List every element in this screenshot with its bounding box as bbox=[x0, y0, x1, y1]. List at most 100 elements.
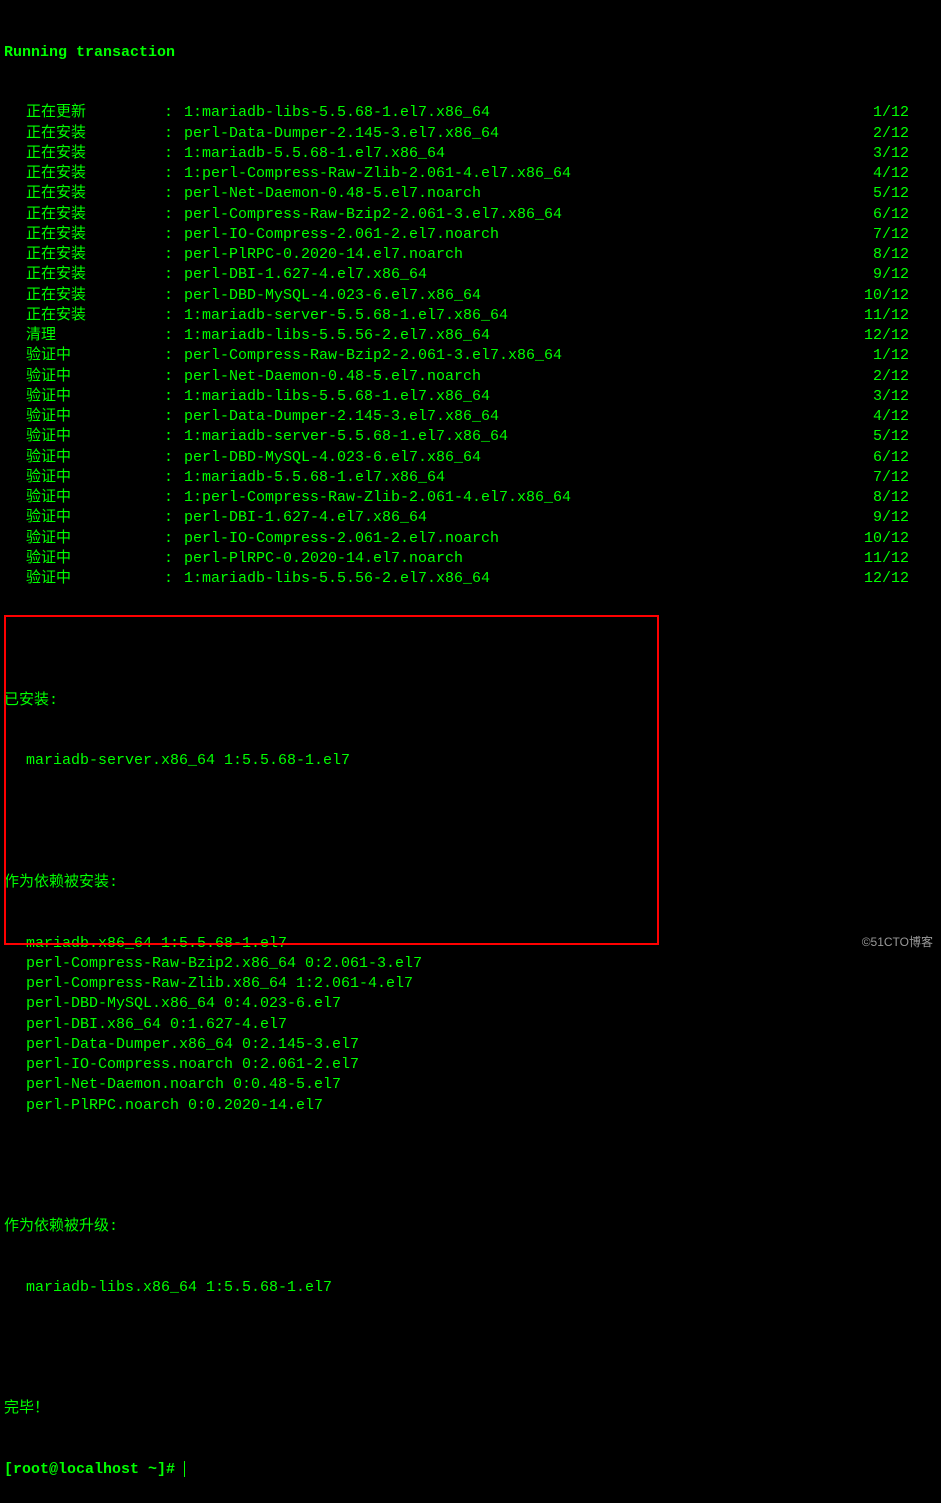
separator: : bbox=[164, 245, 184, 265]
list-item: mariadb-libs.x86_64 1:5.5.68-1.el7 bbox=[4, 1278, 937, 1298]
package-name: perl-Data-Dumper-2.145-3.el7.x86_64 bbox=[184, 124, 499, 144]
blank-line bbox=[4, 812, 937, 832]
list-item: perl-DBI.x86_64 0:1.627-4.el7 bbox=[4, 1015, 937, 1035]
progress-counter: 11/12 bbox=[864, 549, 937, 569]
progress-counter: 8/12 bbox=[864, 245, 937, 265]
package-name: 1:mariadb-5.5.68-1.el7.x86_64 bbox=[184, 468, 445, 488]
package-name: 1:mariadb-libs-5.5.68-1.el7.x86_64 bbox=[184, 103, 490, 123]
list-item: mariadb-server.x86_64 1:5.5.68-1.el7 bbox=[4, 751, 937, 771]
separator: : bbox=[164, 407, 184, 427]
package-name: perl-DBD-MySQL-4.023-6.el7.x86_64 bbox=[184, 448, 481, 468]
separator: : bbox=[164, 508, 184, 528]
dep-installed-list: mariadb.x86_64 1:5.5.68-1.el7perl-Compre… bbox=[4, 934, 937, 1116]
progress-counter: 9/12 bbox=[864, 265, 937, 285]
dep-upgraded-header: 作为依赖被升级: bbox=[4, 1217, 937, 1237]
transaction-row: 正在安装: perl-Net-Daemon-0.48-5.el7.noarch … bbox=[4, 184, 937, 204]
dep-installed-header: 作为依赖被安装: bbox=[4, 873, 937, 893]
progress-counter: 12/12 bbox=[864, 569, 937, 589]
package-name: perl-DBI-1.627-4.el7.x86_64 bbox=[184, 265, 427, 285]
separator: : bbox=[164, 549, 184, 569]
package-name: perl-Compress-Raw-Bzip2-2.061-3.el7.x86_… bbox=[184, 346, 562, 366]
list-item: perl-DBD-MySQL.x86_64 0:4.023-6.el7 bbox=[4, 994, 937, 1014]
transaction-row: 验证中: perl-Data-Dumper-2.145-3.el7.x86_64… bbox=[4, 407, 937, 427]
transaction-row: 正在安装: 1:mariadb-5.5.68-1.el7.x86_64 3/12 bbox=[4, 144, 937, 164]
action-label: 正在安装 bbox=[4, 225, 164, 245]
action-label: 验证中 bbox=[4, 387, 164, 407]
list-item: perl-IO-Compress.noarch 0:2.061-2.el7 bbox=[4, 1055, 937, 1075]
transaction-row: 验证中: 1:mariadb-5.5.68-1.el7.x86_64 7/12 bbox=[4, 468, 937, 488]
package-name: 1:mariadb-server-5.5.68-1.el7.x86_64 bbox=[184, 427, 508, 447]
progress-counter: 11/12 bbox=[864, 306, 937, 326]
package-name: perl-Compress-Raw-Bzip2-2.061-3.el7.x86_… bbox=[184, 205, 562, 225]
separator: : bbox=[164, 124, 184, 144]
action-label: 正在更新 bbox=[4, 103, 164, 123]
progress-counter: 1/12 bbox=[864, 346, 937, 366]
progress-counter: 10/12 bbox=[864, 529, 937, 549]
package-name: 1:mariadb-server-5.5.68-1.el7.x86_64 bbox=[184, 306, 508, 326]
progress-counter: 7/12 bbox=[864, 468, 937, 488]
transaction-row: 验证中: perl-IO-Compress-2.061-2.el7.noarch… bbox=[4, 529, 937, 549]
progress-counter: 8/12 bbox=[864, 488, 937, 508]
action-label: 正在安装 bbox=[4, 245, 164, 265]
list-item: mariadb.x86_64 1:5.5.68-1.el7 bbox=[4, 934, 937, 954]
progress-counter: 5/12 bbox=[864, 184, 937, 204]
transaction-row: 正在安装: perl-PlRPC-0.2020-14.el7.noarch 8/… bbox=[4, 245, 937, 265]
package-name: 1:mariadb-libs-5.5.56-2.el7.x86_64 bbox=[184, 326, 490, 346]
progress-counter: 4/12 bbox=[864, 407, 937, 427]
package-name: perl-PlRPC-0.2020-14.el7.noarch bbox=[184, 549, 463, 569]
action-label: 验证中 bbox=[4, 346, 164, 366]
action-label: 验证中 bbox=[4, 508, 164, 528]
action-label: 验证中 bbox=[4, 529, 164, 549]
action-label: 验证中 bbox=[4, 569, 164, 589]
progress-counter: 10/12 bbox=[864, 286, 937, 306]
transaction-row: 正在安装: perl-Data-Dumper-2.145-3.el7.x86_6… bbox=[4, 124, 937, 144]
list-item: perl-Compress-Raw-Bzip2.x86_64 0:2.061-3… bbox=[4, 954, 937, 974]
transaction-row: 验证中: 1:mariadb-libs-5.5.56-2.el7.x86_641… bbox=[4, 569, 937, 589]
watermark-text: ©51CTO博客 bbox=[862, 934, 933, 950]
transaction-row: 正在更新: 1:mariadb-libs-5.5.68-1.el7.x86_64… bbox=[4, 103, 937, 123]
separator: : bbox=[164, 448, 184, 468]
separator: : bbox=[164, 326, 184, 346]
transaction-row: 验证中: perl-Compress-Raw-Bzip2-2.061-3.el7… bbox=[4, 346, 937, 366]
transaction-row: 正在安装: 1:mariadb-server-5.5.68-1.el7.x86_… bbox=[4, 306, 937, 326]
progress-counter: 7/12 bbox=[864, 225, 937, 245]
installed-header: 已安装: bbox=[4, 691, 937, 711]
action-label: 验证中 bbox=[4, 367, 164, 387]
action-label: 正在安装 bbox=[4, 124, 164, 144]
separator: : bbox=[164, 468, 184, 488]
separator: : bbox=[164, 427, 184, 447]
progress-counter: 5/12 bbox=[864, 427, 937, 447]
blank-line bbox=[4, 630, 937, 650]
transaction-row: 验证中: 1:mariadb-server-5.5.68-1.el7.x86_6… bbox=[4, 427, 937, 447]
action-label: 正在安装 bbox=[4, 184, 164, 204]
action-label: 正在安装 bbox=[4, 164, 164, 184]
package-name: 1:perl-Compress-Raw-Zlib-2.061-4.el7.x86… bbox=[184, 164, 571, 184]
action-label: 验证中 bbox=[4, 468, 164, 488]
transaction-row: 验证中: perl-DBI-1.627-4.el7.x86_64 9/12 bbox=[4, 508, 937, 528]
list-item: perl-PlRPC.noarch 0:0.2020-14.el7 bbox=[4, 1096, 937, 1116]
transaction-row: 正在安装: perl-IO-Compress-2.061-2.el7.noarc… bbox=[4, 225, 937, 245]
separator: : bbox=[164, 184, 184, 204]
progress-counter: 6/12 bbox=[864, 205, 937, 225]
transaction-header: Running transaction bbox=[4, 43, 937, 63]
transaction-row: 正在安装: perl-Compress-Raw-Bzip2-2.061-3.el… bbox=[4, 205, 937, 225]
package-name: 1:mariadb-5.5.68-1.el7.x86_64 bbox=[184, 144, 445, 164]
progress-counter: 3/12 bbox=[864, 144, 937, 164]
package-name: 1:mariadb-libs-5.5.68-1.el7.x86_64 bbox=[184, 387, 490, 407]
separator: : bbox=[164, 488, 184, 508]
package-name: perl-Data-Dumper-2.145-3.el7.x86_64 bbox=[184, 407, 499, 427]
action-label: 验证中 bbox=[4, 448, 164, 468]
separator: : bbox=[164, 103, 184, 123]
separator: : bbox=[164, 205, 184, 225]
package-name: perl-DBI-1.627-4.el7.x86_64 bbox=[184, 508, 427, 528]
separator: : bbox=[164, 346, 184, 366]
shell-prompt[interactable]: [root@localhost ~]# bbox=[4, 1460, 937, 1480]
separator: : bbox=[164, 265, 184, 285]
package-name: perl-DBD-MySQL-4.023-6.el7.x86_64 bbox=[184, 286, 481, 306]
transaction-row: 正在安装: perl-DBD-MySQL-4.023-6.el7.x86_641… bbox=[4, 286, 937, 306]
transaction-row: 验证中: 1:mariadb-libs-5.5.68-1.el7.x86_64 … bbox=[4, 387, 937, 407]
progress-counter: 3/12 bbox=[864, 387, 937, 407]
action-label: 正在安装 bbox=[4, 205, 164, 225]
blank-line bbox=[4, 1339, 937, 1359]
separator: : bbox=[164, 164, 184, 184]
